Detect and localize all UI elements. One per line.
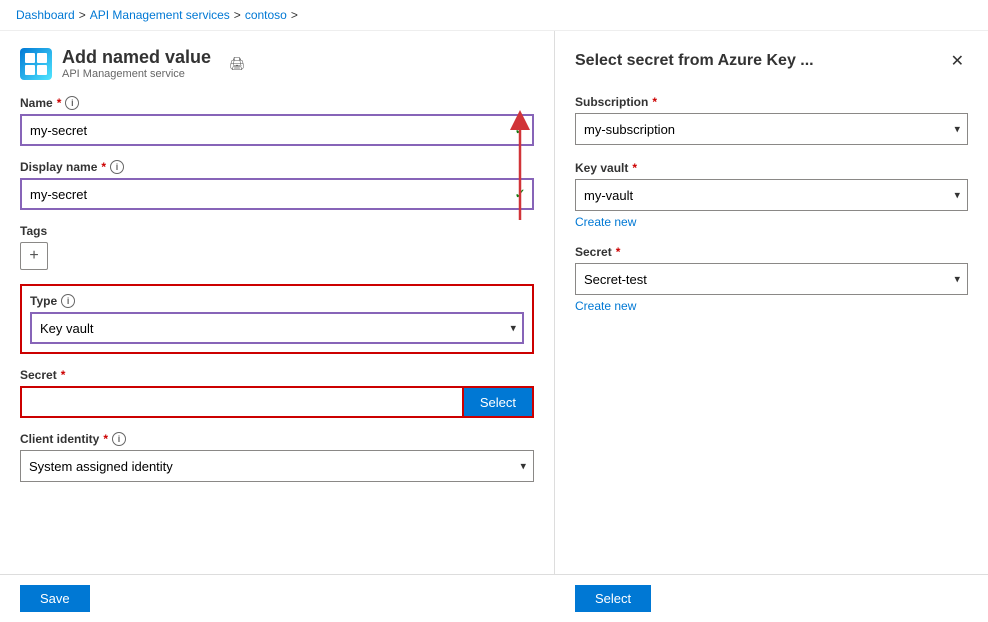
display-name-checkmark: ✓: [514, 186, 526, 203]
breadcrumb-sep-2: >: [234, 8, 241, 22]
breadcrumb-dashboard[interactable]: Dashboard: [16, 8, 75, 22]
display-name-label: Display name * i: [20, 160, 534, 174]
name-label: Name * i: [20, 96, 534, 110]
tags-add-button[interactable]: +: [20, 242, 48, 270]
panel-secret-select-wrapper: Secret-test ▾: [575, 263, 968, 295]
display-name-group: Display name * i ✓: [20, 160, 534, 210]
key-vault-group: Key vault * my-vault ▾ Create new: [575, 161, 968, 229]
left-panel: Add named value API Management service 🖨…: [0, 31, 555, 574]
subscription-required: *: [652, 95, 657, 109]
page-subtitle: API Management service: [62, 68, 211, 80]
type-select-wrapper: Plain Secret Key vault ▾: [30, 312, 524, 344]
panel-title: Select secret from Azure Key ...: [575, 52, 814, 70]
breadcrumb-sep-3: >: [291, 8, 298, 22]
panel-secret-create-new-link[interactable]: Create new: [575, 299, 968, 313]
secret-required: *: [61, 368, 66, 382]
key-vault-required: *: [632, 161, 637, 175]
bottom-bar: Save Select: [0, 574, 988, 622]
type-box: Type i Plain Secret Key vault ▾: [20, 284, 534, 354]
right-panel: Select secret from Azure Key ... ✕ Subsc…: [555, 31, 988, 574]
name-input-wrapper: ✓: [20, 114, 534, 146]
page-title: Add named value: [62, 47, 211, 68]
name-checkmark: ✓: [514, 122, 526, 139]
client-identity-label: Client identity * i: [20, 432, 534, 446]
client-identity-select-wrapper: System assigned identity ▾: [20, 450, 534, 482]
page-title-block: Add named value API Management service: [62, 47, 211, 80]
key-vault-select-wrapper: my-vault ▾: [575, 179, 968, 211]
subscription-label: Subscription *: [575, 95, 968, 109]
name-input[interactable]: [20, 114, 534, 146]
subscription-select-wrapper: my-subscription ▾: [575, 113, 968, 145]
tags-group: Tags +: [20, 224, 534, 270]
panel-secret-required: *: [616, 245, 621, 259]
display-name-info-icon[interactable]: i: [110, 160, 124, 174]
client-identity-group: Client identity * i System assigned iden…: [20, 432, 534, 482]
key-vault-select[interactable]: my-vault: [575, 179, 968, 211]
tags-label: Tags: [20, 224, 534, 238]
close-button[interactable]: ✕: [947, 47, 968, 75]
client-identity-required: *: [103, 432, 108, 446]
page-header: Add named value API Management service 🖨: [20, 47, 534, 80]
secret-select-button[interactable]: Select: [464, 386, 534, 418]
name-required: *: [57, 96, 62, 110]
secret-row: Select: [20, 386, 534, 418]
key-vault-label: Key vault *: [575, 161, 968, 175]
panel-select-button[interactable]: Select: [575, 585, 651, 612]
key-vault-create-new-link[interactable]: Create new: [575, 215, 968, 229]
panel-header: Select secret from Azure Key ... ✕: [575, 47, 968, 75]
breadcrumb-api-mgmt[interactable]: API Management services: [90, 8, 230, 22]
print-icon[interactable]: 🖨: [229, 56, 246, 72]
bottom-bar-left: Save: [0, 585, 555, 612]
panel-secret-group: Secret * Secret-test ▾ Create new: [575, 245, 968, 313]
breadcrumb: Dashboard > API Management services > co…: [0, 0, 988, 31]
display-name-required: *: [101, 160, 106, 174]
display-name-input-wrapper: ✓: [20, 178, 534, 210]
breadcrumb-sep-1: >: [79, 8, 86, 22]
subscription-select[interactable]: my-subscription: [575, 113, 968, 145]
client-identity-info-icon[interactable]: i: [112, 432, 126, 446]
page-icon: [20, 48, 52, 80]
type-label: Type i: [30, 294, 524, 308]
bottom-bar-right: Select: [555, 585, 988, 612]
panel-secret-select[interactable]: Secret-test: [575, 263, 968, 295]
type-info-icon[interactable]: i: [61, 294, 75, 308]
secret-input[interactable]: [20, 386, 464, 418]
save-button[interactable]: Save: [20, 585, 90, 612]
name-group: Name * i ✓: [20, 96, 534, 146]
display-name-input[interactable]: [20, 178, 534, 210]
name-info-icon[interactable]: i: [65, 96, 79, 110]
secret-label: Secret *: [20, 368, 534, 382]
secret-group: Secret * Select: [20, 368, 534, 418]
breadcrumb-contoso[interactable]: contoso: [245, 8, 287, 22]
subscription-group: Subscription * my-subscription ▾: [575, 95, 968, 145]
type-select[interactable]: Plain Secret Key vault: [30, 312, 524, 344]
client-identity-select[interactable]: System assigned identity: [20, 450, 534, 482]
panel-secret-label: Secret *: [575, 245, 968, 259]
